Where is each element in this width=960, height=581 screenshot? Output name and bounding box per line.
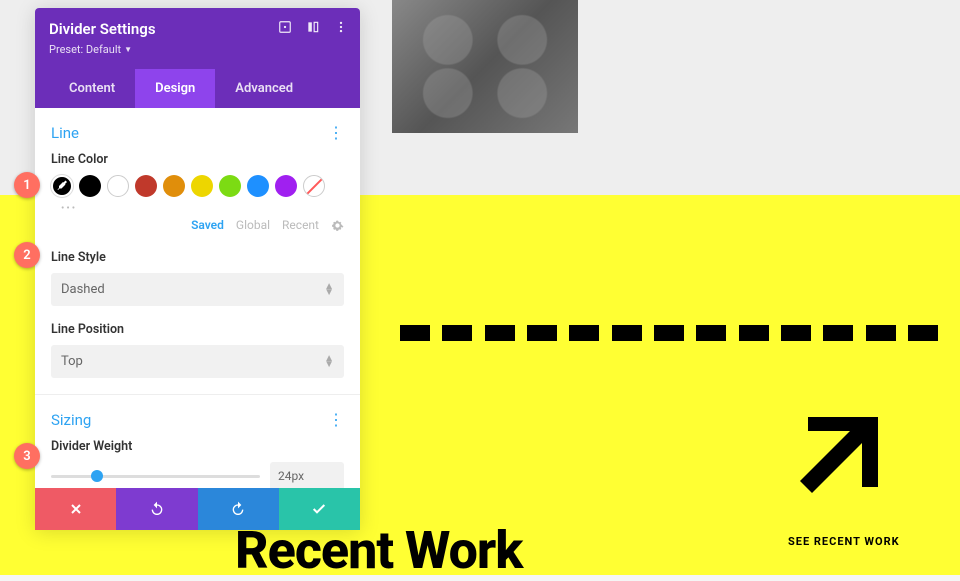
gear-icon[interactable] xyxy=(331,219,344,232)
palette-filters: Saved Global Recent xyxy=(51,218,344,232)
color-swatches xyxy=(51,175,344,197)
filter-global[interactable]: Global xyxy=(236,218,270,232)
line-style-label: Line Style xyxy=(51,250,344,265)
weight-slider[interactable] xyxy=(51,475,260,478)
more-colors-icon[interactable]: ••• xyxy=(61,203,344,214)
arrow-graphic xyxy=(790,405,900,509)
section-sizing-title[interactable]: Sizing xyxy=(51,411,91,429)
swatch-purple[interactable] xyxy=(275,175,297,197)
section-sizing-menu-icon[interactable]: ⋮ xyxy=(328,412,344,428)
line-position-label: Line Position xyxy=(51,322,344,337)
undo-button[interactable] xyxy=(116,488,197,530)
swatch-orange[interactable] xyxy=(163,175,185,197)
line-color-label: Line Color xyxy=(51,152,344,167)
slider-thumb[interactable] xyxy=(91,470,103,482)
save-button[interactable] xyxy=(279,488,360,530)
callout-1: 1 xyxy=(14,172,40,198)
panel-header[interactable]: Divider Settings Preset: Default ▼ Conte… xyxy=(35,8,360,108)
section-line-title[interactable]: Line xyxy=(51,124,79,142)
divider-preview xyxy=(400,325,938,349)
swatch-black[interactable] xyxy=(79,175,101,197)
weight-value-input[interactable]: 24px xyxy=(270,462,344,490)
more-icon[interactable] xyxy=(334,20,348,34)
tabs: Content Design Advanced xyxy=(49,69,346,108)
cta-text[interactable]: SEE RECENT WORK xyxy=(788,535,900,548)
callout-3: 3 xyxy=(14,443,40,469)
preset-selector[interactable]: Preset: Default ▼ xyxy=(49,43,132,56)
swatch-green[interactable] xyxy=(219,175,241,197)
responsive-icon[interactable] xyxy=(278,20,292,34)
swatch-white[interactable] xyxy=(107,175,129,197)
line-position-select[interactable]: Top ▲▼ xyxy=(51,345,344,378)
panel-footer xyxy=(35,488,360,530)
filter-recent[interactable]: Recent xyxy=(282,218,319,232)
panel-body: Line ⋮ Line Color ••• Saved Global Recen… xyxy=(35,108,360,488)
tab-advanced[interactable]: Advanced xyxy=(215,69,313,108)
tab-content[interactable]: Content xyxy=(49,69,135,108)
settings-panel: Divider Settings Preset: Default ▼ Conte… xyxy=(35,8,360,530)
line-style-select[interactable]: Dashed ▲▼ xyxy=(51,273,344,306)
section-line-menu-icon[interactable]: ⋮ xyxy=(328,125,344,141)
section-divider xyxy=(35,394,360,395)
tab-design[interactable]: Design xyxy=(135,69,215,108)
swatch-blue[interactable] xyxy=(247,175,269,197)
filter-saved[interactable]: Saved xyxy=(191,218,224,232)
callout-2: 2 xyxy=(14,242,40,268)
chevron-updown-icon: ▲▼ xyxy=(324,284,334,296)
swatch-red[interactable] xyxy=(135,175,157,197)
sample-image xyxy=(392,0,578,133)
swatch-picker[interactable] xyxy=(51,175,73,197)
close-button[interactable] xyxy=(35,488,116,530)
swatch-none[interactable] xyxy=(303,175,325,197)
divider-weight-label: Divider Weight xyxy=(51,439,344,454)
chevron-updown-icon: ▲▼ xyxy=(324,356,334,368)
redo-button[interactable] xyxy=(198,488,279,530)
wireframe-icon[interactable] xyxy=(306,20,320,34)
swatch-yellow[interactable] xyxy=(191,175,213,197)
